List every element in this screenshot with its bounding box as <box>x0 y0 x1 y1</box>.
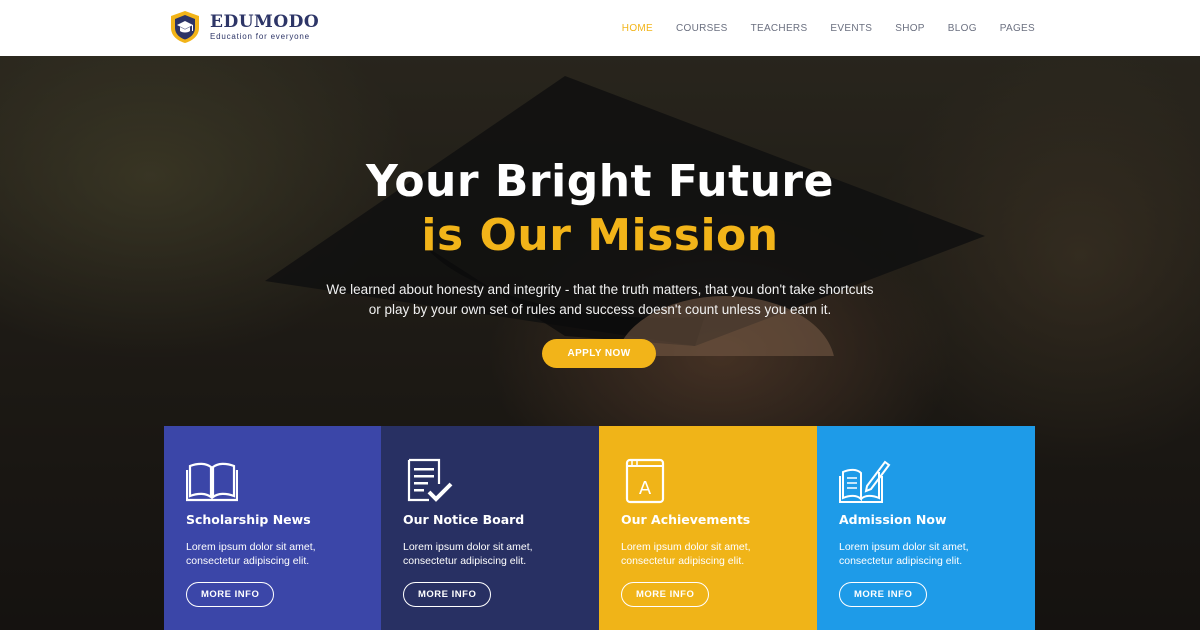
feature-text-line1: Lorem ipsum dolor sit amet, <box>621 541 751 553</box>
achievement-book-icon: A <box>625 458 665 504</box>
nav-blog[interactable]: BLOG <box>948 23 977 34</box>
feature-achievements: A Our Achievements Lorem ipsum dolor sit… <box>599 426 817 630</box>
hero-title-line2: is Our Mission <box>421 210 779 261</box>
nav-events[interactable]: EVENTS <box>830 23 872 34</box>
notice-board-icon <box>407 458 453 502</box>
feature-text-line1: Lorem ipsum dolor sit amet, <box>839 541 969 553</box>
hero-lead-line2: or play by your own set of rules and suc… <box>368 302 832 317</box>
feature-scholarship: Scholarship News Lorem ipsum dolor sit a… <box>164 426 381 630</box>
nav-pages[interactable]: PAGES <box>1000 23 1035 34</box>
feature-title: Our Achievements <box>621 512 751 527</box>
more-info-button[interactable]: MORE INFO <box>621 582 710 607</box>
open-book-icon <box>186 462 238 502</box>
feature-admission: Admission Now Lorem ipsum dolor sit amet… <box>817 426 1035 630</box>
feature-text: Lorem ipsum dolor sit amet, consectetur … <box>621 540 801 568</box>
logo-shield-icon <box>171 11 199 43</box>
main-nav: HOME COURSES TEACHERS EVENTS SHOP BLOG P… <box>599 0 1035 56</box>
brand-name: EDUMODO <box>210 12 320 32</box>
feature-text-line2: consectetur adipiscing elit. <box>186 555 310 567</box>
feature-text-line1: Lorem ipsum dolor sit amet, <box>186 541 316 553</box>
more-info-button[interactable]: MORE INFO <box>839 582 928 607</box>
nav-courses[interactable]: COURSES <box>676 23 728 34</box>
nav-shop[interactable]: SHOP <box>895 23 925 34</box>
feature-text-line1: Lorem ipsum dolor sit amet, <box>403 541 533 553</box>
feature-title: Our Notice Board <box>403 512 525 527</box>
hero-title-line1: Your Bright Future <box>366 156 834 207</box>
feature-text-line2: consectetur adipiscing elit. <box>621 555 745 567</box>
feature-title: Admission Now <box>839 512 947 527</box>
feature-boxes: Scholarship News Lorem ipsum dolor sit a… <box>164 426 1035 630</box>
feature-text-line2: consectetur adipiscing elit. <box>403 555 527 567</box>
site-header: EDUMODO Education for everyone HOME COUR… <box>0 0 1200 56</box>
feature-title: Scholarship News <box>186 512 311 527</box>
hero-lead-line1: We learned about honesty and integrity -… <box>326 282 874 297</box>
feature-notice-board: Our Notice Board Lorem ipsum dolor sit a… <box>381 426 599 630</box>
svg-text:A: A <box>639 478 652 499</box>
apply-now-button[interactable]: APPLY NOW <box>542 339 656 368</box>
more-info-button[interactable]: MORE INFO <box>403 582 492 607</box>
feature-text: Lorem ipsum dolor sit amet, consectetur … <box>186 540 366 568</box>
nav-home[interactable]: HOME <box>622 23 653 34</box>
logo[interactable]: EDUMODO Education for everyone <box>168 10 319 44</box>
feature-text: Lorem ipsum dolor sit amet, consectetur … <box>403 540 583 568</box>
feature-text: Lorem ipsum dolor sit amet, consectetur … <box>839 540 1019 568</box>
admission-pen-icon <box>839 460 891 503</box>
hero-lead: We learned about honesty and integrity -… <box>300 280 900 320</box>
brand-tagline: Education for everyone <box>210 32 310 41</box>
nav-teachers[interactable]: TEACHERS <box>751 23 808 34</box>
feature-text-line2: consectetur adipiscing elit. <box>839 555 963 567</box>
more-info-button[interactable]: MORE INFO <box>186 582 275 607</box>
